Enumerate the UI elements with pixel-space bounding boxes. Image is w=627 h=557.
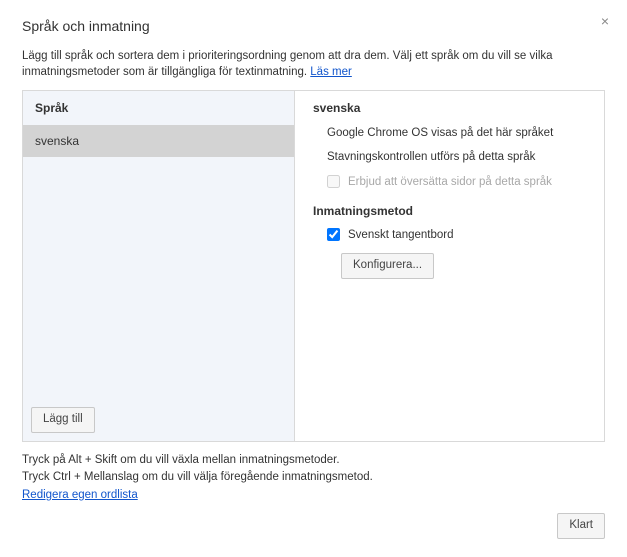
translate-offer-checkbox <box>327 175 340 188</box>
input-method-row[interactable]: Svenskt tangentbord <box>327 228 590 241</box>
configure-button[interactable]: Konfigurera... <box>341 253 434 279</box>
intro-text: Lägg till språk och sortera dem i priori… <box>22 50 553 78</box>
dialog-intro: Lägg till språk och sortera dem i priori… <box>22 48 605 80</box>
done-button[interactable]: Klart <box>557 513 605 539</box>
language-list: svenska <box>23 125 294 399</box>
content-panel: Språk svenska Lägg till svenska Google C… <box>22 90 605 442</box>
language-list-footer: Lägg till <box>23 399 294 441</box>
input-method-header: Inmatningsmetod <box>313 204 590 218</box>
dialog-footer: Klart <box>557 513 605 539</box>
language-list-header: Språk <box>23 91 294 125</box>
tips-block: Tryck på Alt + Skift om du vill växla me… <box>22 452 605 504</box>
language-item[interactable]: svenska <box>23 125 294 157</box>
tip-line-1: Tryck på Alt + Skift om du vill växla me… <box>22 452 605 469</box>
language-details-pane: svenska Google Chrome OS visas på det hä… <box>295 91 604 441</box>
input-method-checkbox[interactable] <box>327 228 340 241</box>
language-list-pane: Språk svenska Lägg till <box>23 91 295 441</box>
learn-more-link[interactable]: Läs mer <box>310 66 352 78</box>
display-language-line: Google Chrome OS visas på det här språke… <box>327 127 590 139</box>
translate-offer-row: Erbjud att översätta sidor på detta språ… <box>327 175 590 188</box>
selected-language-title: svenska <box>313 101 590 115</box>
input-method-label: Svenskt tangentbord <box>348 229 454 241</box>
translate-offer-label: Erbjud att översätta sidor på detta språ… <box>348 176 552 188</box>
language-item-label: svenska <box>35 134 79 148</box>
tip-line-2: Tryck Ctrl + Mellanslag om du vill välja… <box>22 469 605 486</box>
edit-dictionary-link[interactable]: Redigera egen ordlista <box>22 489 138 501</box>
dialog-title: Språk och inmatning <box>22 18 605 34</box>
close-icon[interactable]: × <box>601 14 609 28</box>
spellcheck-line: Stavningskontrollen utförs på detta språ… <box>327 151 590 163</box>
add-language-button[interactable]: Lägg till <box>31 407 95 433</box>
language-input-dialog: × Språk och inmatning Lägg till språk oc… <box>0 0 627 557</box>
